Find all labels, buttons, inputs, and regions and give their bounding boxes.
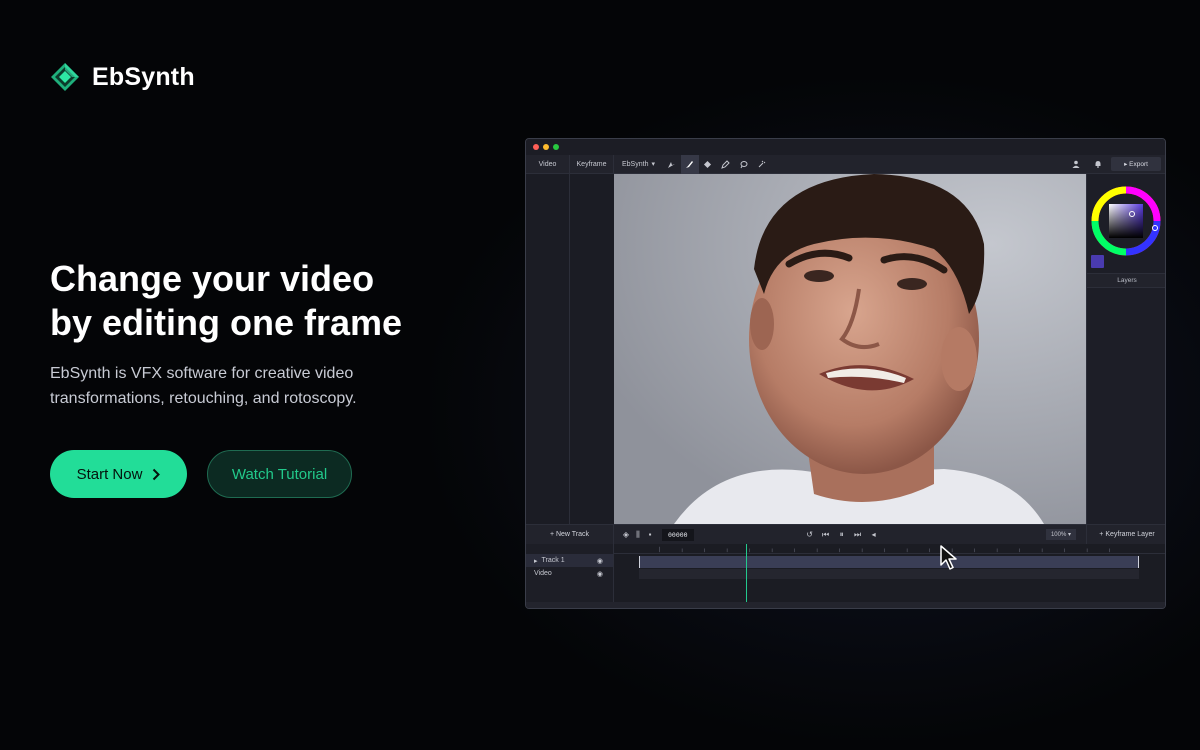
toolbar-right-group: ▸ Export — [1067, 155, 1165, 174]
app-toolbar: Video Keyframe EbSynth ▾ ▸ Export — [526, 154, 1165, 174]
move-icon[interactable] — [663, 155, 681, 174]
track-label: Video — [534, 570, 552, 577]
chevron-right-icon — [153, 468, 161, 480]
skip-forward-icon[interactable]: ⏭ — [852, 530, 864, 540]
expand-arrow-icon[interactable]: ▸ — [534, 557, 538, 565]
plus-icon: + — [1099, 530, 1104, 538]
timeline-area[interactable] — [614, 544, 1166, 608]
color-wheel-picker[interactable] — [1087, 184, 1166, 264]
eye-icon[interactable]: ◉ — [597, 570, 603, 578]
right-panel: Layers — [1086, 174, 1166, 524]
headline-line-1: Change your video — [50, 258, 375, 299]
headline-line-2: by editing one frame — [50, 302, 403, 343]
play-icon: ▸ — [1124, 161, 1128, 168]
subtext-line-2: transformations, retouching, and rotosco… — [50, 390, 357, 407]
transport-group: ↺ ⏮ ⏸ ⏭ ◂ — [804, 530, 880, 540]
skip-back-icon[interactable]: ⏮ — [820, 530, 832, 540]
split-icon[interactable]: ⫼ — [632, 530, 644, 540]
lasso-icon[interactable] — [735, 155, 753, 174]
watch-tutorial-label: Watch Tutorial — [231, 465, 328, 483]
engine-select[interactable]: EbSynth ▾ — [614, 155, 663, 174]
keyframe-layer-label: Keyframe Layer — [1105, 530, 1155, 538]
track-list: ▸ Track 1 ◉ Video ◉ — [526, 544, 614, 608]
video-frame-portrait — [614, 174, 1086, 524]
close-window-icon[interactable] — [533, 144, 539, 150]
video-clip[interactable] — [639, 569, 1139, 579]
video-viewer[interactable] — [614, 174, 1086, 524]
keyframe-diamond-icon[interactable]: ◈ — [620, 530, 632, 539]
wand-icon[interactable] — [753, 155, 771, 174]
maximize-window-icon[interactable] — [553, 144, 559, 150]
left-panel-keyframe — [570, 174, 614, 524]
zoom-chevron-icon: ▾ — [1067, 532, 1071, 538]
plus-icon: + — [549, 530, 555, 538]
keyframe-layer-button[interactable]: + Keyframe Layer — [1086, 524, 1165, 545]
cta-group: Start Now Watch Tutorial — [50, 450, 352, 498]
new-track-button[interactable]: + New Track — [526, 524, 614, 545]
volume-icon[interactable]: ◂ — [868, 530, 880, 540]
eraser-icon[interactable] — [699, 155, 717, 174]
layers-header: Layers — [1087, 273, 1165, 288]
track-row[interactable]: ▸ Track 1 ◉ — [526, 554, 613, 567]
hero-headline: Change your video by editing one frame — [50, 257, 490, 345]
zoom-value: 100% — [1050, 532, 1067, 538]
hero-section: Change your video by editing one frame E… — [50, 257, 490, 411]
timeline-scrollbar[interactable] — [526, 602, 1165, 608]
subtext-line-1: EbSynth is VFX software for creative vid… — [50, 365, 354, 382]
user-icon[interactable] — [1067, 155, 1085, 174]
brand-name: EbSynth — [92, 62, 195, 91]
eye-icon[interactable]: ◉ — [597, 557, 603, 565]
new-track-label: New Track — [555, 530, 590, 538]
track-1-clip[interactable] — [639, 556, 1139, 568]
frame-counter[interactable]: 00000 — [662, 528, 694, 541]
export-label: Export — [1129, 161, 1148, 168]
engine-select-value: EbSynth — [622, 160, 649, 168]
loop-icon[interactable]: ↺ — [804, 530, 816, 540]
window-titlebar — [526, 139, 1165, 155]
pen-icon[interactable] — [717, 155, 735, 174]
track-row[interactable]: Video ◉ — [526, 567, 613, 580]
chevron-down-icon: ▾ — [651, 161, 655, 168]
tab-video[interactable]: Video — [526, 154, 570, 174]
timeline: ▸ Track 1 ◉ Video ◉ — [526, 544, 1166, 608]
tab-keyframe[interactable]: Keyframe — [570, 154, 614, 174]
pause-icon[interactable]: ⏸ — [836, 530, 848, 540]
trash-icon[interactable]: ▪ — [644, 530, 656, 539]
playhead[interactable] — [746, 544, 747, 608]
notification-bell-icon[interactable] — [1089, 155, 1107, 174]
minimize-window-icon[interactable] — [543, 144, 549, 150]
playback-controls: + New Track ◈ ⫼ ▪ 00000 ↺ ⏮ ⏸ ⏭ ◂ 100% ▾… — [526, 524, 1165, 545]
app-window: Video Keyframe EbSynth ▾ ▸ Export Layers… — [525, 138, 1166, 609]
watch-tutorial-button[interactable]: Watch Tutorial — [207, 450, 352, 498]
timeline-ruler[interactable] — [614, 544, 1166, 554]
mouse-cursor-icon — [940, 545, 957, 570]
brush-icon[interactable] — [680, 154, 699, 174]
ebsynth-logo-icon — [51, 63, 79, 91]
brand-logo[interactable]: EbSynth — [50, 62, 195, 92]
export-button[interactable]: ▸ Export — [1111, 157, 1161, 171]
hero-subtext: EbSynth is VFX software for creative vid… — [50, 361, 490, 411]
current-color-swatch[interactable] — [1091, 255, 1104, 268]
start-now-label: Start Now — [76, 465, 143, 483]
start-now-button[interactable]: Start Now — [50, 450, 187, 498]
track-label: Track 1 — [541, 557, 565, 564]
left-panel-video — [526, 174, 570, 524]
zoom-select[interactable]: 100% ▾ — [1045, 529, 1076, 540]
